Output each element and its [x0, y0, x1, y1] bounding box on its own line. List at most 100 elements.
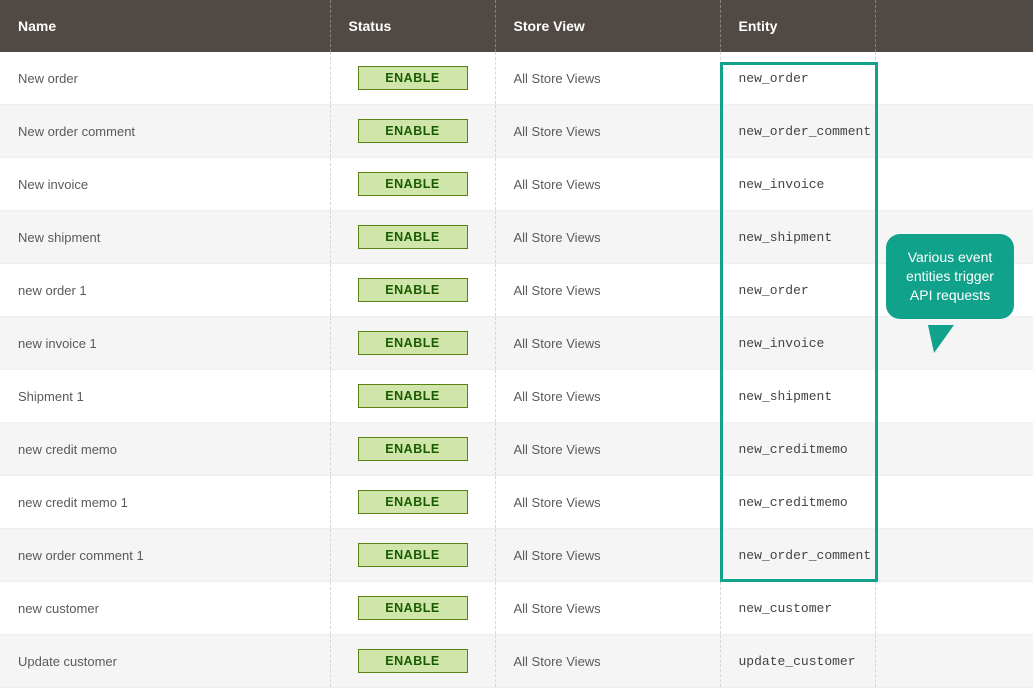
- table-row[interactable]: New invoice ENABLE All Store Views new_invo…: [0, 158, 1033, 211]
- cell-empty: [875, 476, 1033, 529]
- cell-name: Update customer: [0, 635, 330, 688]
- event-name: new credit memo 1: [18, 495, 128, 510]
- status-badge: ENABLE: [358, 490, 468, 514]
- annotation-callout-tail: [924, 325, 954, 353]
- status-badge: ENABLE: [358, 384, 468, 408]
- table-row[interactable]: new invoice 1ENABLEAll Store Viewsnew_in…: [0, 317, 1033, 370]
- cell-name: New invoice: [0, 158, 330, 211]
- cell-entity: new_order: [720, 52, 875, 105]
- cell-store-view: All Store Views: [495, 158, 720, 211]
- cell-name: new order 1: [0, 264, 330, 317]
- table-row[interactable]: new credit memo 1ENABLEAll Store Viewsne…: [0, 476, 1033, 529]
- cell-store-view: All Store Views: [495, 105, 720, 158]
- table-row[interactable]: new order 1 ENABLE All Store Views new_orde…: [0, 264, 1033, 317]
- status-badge: ENABLE: [358, 225, 468, 249]
- cell-name: New shipment: [0, 211, 330, 264]
- cell-status: ENABLE: [330, 529, 495, 582]
- cell-status: ENABLE: [330, 264, 495, 317]
- event-name: Update customer: [18, 654, 117, 669]
- entity-value: new_shipment: [739, 230, 833, 245]
- event-name: New order: [18, 71, 78, 86]
- cell-store-view: All Store Views: [495, 370, 720, 423]
- status-badge: ENABLE: [358, 172, 468, 196]
- store-view-value: All Store Views: [514, 548, 601, 563]
- cell-name: new order comment 1: [0, 529, 330, 582]
- cell-entity: new_shipment: [720, 370, 875, 423]
- store-view-value: All Store Views: [514, 283, 601, 298]
- cell-store-view: All Store Views: [495, 529, 720, 582]
- event-name: new invoice 1: [18, 336, 97, 351]
- cell-entity: new_order: [720, 264, 875, 317]
- table-row[interactable]: New shipment ENABLE All Store Views new_shi…: [0, 211, 1033, 264]
- cell-status: ENABLE: [330, 211, 495, 264]
- entity-value: new_invoice: [739, 177, 825, 192]
- cell-status: ENABLE: [330, 158, 495, 211]
- entity-value: new_shipment: [739, 389, 833, 404]
- col-header-entity[interactable]: Entity: [720, 0, 875, 52]
- table-row[interactable]: New order commentENABLEAll Store Viewsne…: [0, 105, 1033, 158]
- cell-name: New order: [0, 52, 330, 105]
- entity-value: new_creditmemo: [739, 495, 848, 510]
- status-badge: ENABLE: [358, 543, 468, 567]
- table-row[interactable]: new credit memoENABLEAll Store Viewsnew_…: [0, 423, 1033, 476]
- cell-entity: update_customer: [720, 635, 875, 688]
- col-header-name[interactable]: Name: [0, 0, 330, 52]
- events-table: Name Status Store View Entity New order E…: [0, 0, 1033, 688]
- store-view-value: All Store Views: [514, 230, 601, 245]
- table-row[interactable]: Update customer ENABLEAll Store Views upda…: [0, 635, 1033, 688]
- cell-status: ENABLE: [330, 423, 495, 476]
- cell-entity: new_invoice: [720, 158, 875, 211]
- entity-value: new_order_comment: [739, 548, 872, 563]
- cell-entity: new_customer: [720, 582, 875, 635]
- table-header-row: Name Status Store View Entity: [0, 0, 1033, 52]
- entity-value: new_order: [739, 71, 809, 86]
- cell-empty: [875, 423, 1033, 476]
- status-badge: ENABLE: [358, 278, 468, 302]
- callout-text: Various event entities trigger API reque…: [906, 249, 994, 303]
- col-header-tail: [875, 0, 1033, 52]
- cell-entity: new_creditmemo: [720, 476, 875, 529]
- col-header-store[interactable]: Store View: [495, 0, 720, 52]
- cell-entity: new_shipment: [720, 211, 875, 264]
- status-badge: ENABLE: [358, 119, 468, 143]
- cell-store-view: All Store Views: [495, 317, 720, 370]
- cell-name: new invoice 1: [0, 317, 330, 370]
- status-badge: ENABLE: [358, 66, 468, 90]
- grid-container: Name Status Store View Entity New order E…: [0, 0, 1033, 688]
- event-name: new order comment 1: [18, 548, 144, 563]
- event-name: New shipment: [18, 230, 100, 245]
- entity-value: update_customer: [739, 654, 856, 669]
- cell-store-view: All Store Views: [495, 211, 720, 264]
- store-view-value: All Store Views: [514, 601, 601, 616]
- event-name: new order 1: [18, 283, 87, 298]
- cell-name: new credit memo 1: [0, 476, 330, 529]
- status-badge: ENABLE: [358, 437, 468, 461]
- cell-entity: new_order_comment: [720, 529, 875, 582]
- store-view-value: All Store Views: [514, 389, 601, 404]
- cell-empty: [875, 529, 1033, 582]
- table-row[interactable]: new customerENABLEAll Store Viewsnew_cus…: [0, 582, 1033, 635]
- cell-empty: [875, 52, 1033, 105]
- cell-status: ENABLE: [330, 52, 495, 105]
- table-row[interactable]: Shipment 1 ENABLE All Store Views new_shipm…: [0, 370, 1033, 423]
- event-name: New invoice: [18, 177, 88, 192]
- table-row[interactable]: new order comment 1 ENABLE All Store Views…: [0, 529, 1033, 582]
- annotation-callout: Various event entities trigger API reque…: [886, 234, 1014, 319]
- cell-name: new credit memo: [0, 423, 330, 476]
- cell-store-view: All Store Views: [495, 423, 720, 476]
- entity-value: new_order_comment: [739, 124, 872, 139]
- cell-status: ENABLE: [330, 635, 495, 688]
- col-header-status[interactable]: Status: [330, 0, 495, 52]
- cell-status: ENABLE: [330, 476, 495, 529]
- status-badge: ENABLE: [358, 596, 468, 620]
- cell-status: ENABLE: [330, 370, 495, 423]
- cell-store-view: All Store Views: [495, 52, 720, 105]
- cell-empty: [875, 635, 1033, 688]
- store-view-value: All Store Views: [514, 336, 601, 351]
- store-view-value: All Store Views: [514, 177, 601, 192]
- cell-store-view: All Store Views: [495, 635, 720, 688]
- cell-name: Shipment 1: [0, 370, 330, 423]
- event-name: new credit memo: [18, 442, 117, 457]
- table-row[interactable]: New order ENABLE All Store Views new_order: [0, 52, 1033, 105]
- store-view-value: All Store Views: [514, 124, 601, 139]
